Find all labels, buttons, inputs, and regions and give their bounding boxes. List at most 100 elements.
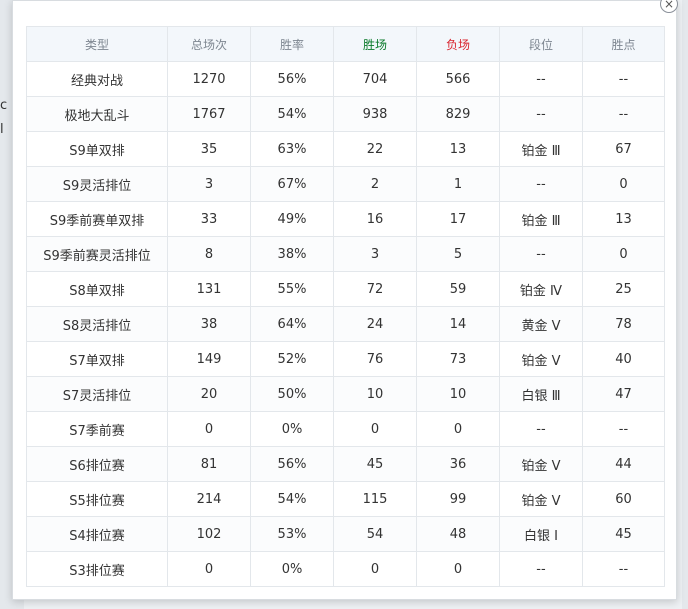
cell-wins: 10 — [333, 376, 417, 412]
cell-win-rate: 64% — [250, 306, 334, 342]
header-win-rate: 胜率 — [250, 26, 334, 62]
cell-losses: 1 — [416, 166, 500, 202]
table-row: S5排位赛 214 54% 115 99 铂金 Ⅴ 60 — [26, 481, 665, 517]
cell-rank: 铂金 Ⅴ — [499, 446, 583, 482]
cell-losses: 48 — [416, 516, 500, 552]
cell-wins: 16 — [333, 201, 417, 237]
cell-total: 33 — [167, 201, 251, 237]
cell-type: S8单双排 — [26, 271, 168, 307]
cell-win-rate: 54% — [250, 481, 334, 517]
cell-wins: 54 — [333, 516, 417, 552]
table-row: S7灵活排位 20 50% 10 10 白银 Ⅲ 47 — [26, 376, 665, 412]
cell-wins: 22 — [333, 131, 417, 167]
table-row: S3排位赛 0 0% 0 0 -- -- — [26, 551, 665, 587]
cell-total: 81 — [167, 446, 251, 482]
cell-points: 0 — [582, 166, 665, 202]
cell-type: S7季前赛 — [26, 411, 168, 447]
cell-rank: 白银 Ⅰ — [499, 516, 583, 552]
cell-points: 60 — [582, 481, 665, 517]
cell-losses: 10 — [416, 376, 500, 412]
cell-points: -- — [582, 96, 665, 132]
background-text-fragment: l — [0, 122, 4, 137]
cell-total: 0 — [167, 551, 251, 587]
cell-total: 3 — [167, 166, 251, 202]
cell-type: S5排位赛 — [26, 481, 168, 517]
cell-type: 极地大乱斗 — [26, 96, 168, 132]
cell-rank: -- — [499, 96, 583, 132]
close-button[interactable]: × — [660, 0, 678, 13]
background-text-fragment: c — [0, 98, 8, 113]
cell-type: S4排位赛 — [26, 516, 168, 552]
cell-points: 25 — [582, 271, 665, 307]
cell-win-rate: 67% — [250, 166, 334, 202]
cell-rank: 铂金 Ⅳ — [499, 271, 583, 307]
cell-win-rate: 56% — [250, 446, 334, 482]
cell-type: S9单双排 — [26, 131, 168, 167]
cell-total: 1270 — [167, 61, 251, 97]
cell-type: S9季前赛灵活排位 — [26, 236, 168, 272]
cell-rank: -- — [499, 411, 583, 447]
cell-type: 经典对战 — [26, 61, 168, 97]
cell-rank: 铂金 Ⅴ — [499, 341, 583, 377]
cell-points: 78 — [582, 306, 665, 342]
cell-points: 47 — [582, 376, 665, 412]
cell-points: 40 — [582, 341, 665, 377]
stats-dialog: × 类型 总场次 胜率 胜场 负场 段位 胜点 经典对战 1270 56% 704 56… — [12, 0, 678, 600]
cell-wins: 115 — [333, 481, 417, 517]
cell-rank: -- — [499, 61, 583, 97]
table-row: S7季前赛 0 0% 0 0 -- -- — [26, 411, 665, 447]
cell-losses: 36 — [416, 446, 500, 482]
cell-wins: 76 — [333, 341, 417, 377]
table-header-row: 类型 总场次 胜率 胜场 负场 段位 胜点 — [26, 26, 665, 62]
cell-losses: 14 — [416, 306, 500, 342]
cell-losses: 0 — [416, 411, 500, 447]
table-row: S4排位赛 102 53% 54 48 白银 Ⅰ 45 — [26, 516, 665, 552]
cell-total: 35 — [167, 131, 251, 167]
table-row: S8单双排 131 55% 72 59 铂金 Ⅳ 25 — [26, 271, 665, 307]
match-stats-table: 类型 总场次 胜率 胜场 负场 段位 胜点 经典对战 1270 56% 704 566-… — [26, 26, 665, 587]
cell-points: 44 — [582, 446, 665, 482]
table-row: S9灵活排位 3 67% 2 1 -- 0 — [26, 166, 665, 202]
cell-total: 102 — [167, 516, 251, 552]
cell-points: 67 — [582, 131, 665, 167]
cell-win-rate: 49% — [250, 201, 334, 237]
cell-rank: 白银 Ⅲ — [499, 376, 583, 412]
cell-rank: 铂金 Ⅲ — [499, 131, 583, 167]
cell-total: 1767 — [167, 96, 251, 132]
cell-total: 214 — [167, 481, 251, 517]
cell-losses: 17 — [416, 201, 500, 237]
cell-rank: 铂金 Ⅲ — [499, 201, 583, 237]
cell-losses: 13 — [416, 131, 500, 167]
cell-points: 13 — [582, 201, 665, 237]
cell-losses: 99 — [416, 481, 500, 517]
cell-type: S8灵活排位 — [26, 306, 168, 342]
cell-type: S9季前赛单双排 — [26, 201, 168, 237]
cell-losses: 5 — [416, 236, 500, 272]
cell-win-rate: 53% — [250, 516, 334, 552]
cell-win-rate: 63% — [250, 131, 334, 167]
cell-rank: -- — [499, 551, 583, 587]
header-rank: 段位 — [499, 26, 583, 62]
cell-type: S7灵活排位 — [26, 376, 168, 412]
cell-type: S9灵活排位 — [26, 166, 168, 202]
cell-total: 38 — [167, 306, 251, 342]
cell-total: 0 — [167, 411, 251, 447]
close-icon: × — [663, 0, 675, 11]
cell-points: -- — [582, 411, 665, 447]
cell-win-rate: 38% — [250, 236, 334, 272]
cell-win-rate: 0% — [250, 551, 334, 587]
cell-losses: 59 — [416, 271, 500, 307]
background-page-right — [682, 0, 688, 609]
table-row: S9季前赛灵活排位 8 38% 3 5 -- 0 — [26, 236, 665, 272]
cell-total: 149 — [167, 341, 251, 377]
cell-total: 131 — [167, 271, 251, 307]
cell-wins: 704 — [333, 61, 417, 97]
cell-losses: 566 — [416, 61, 500, 97]
table-row: 极地大乱斗 1767 54% 938 829 -- -- — [26, 96, 665, 132]
cell-wins: 2 — [333, 166, 417, 202]
cell-rank: -- — [499, 166, 583, 202]
table-row: 经典对战 1270 56% 704 566 -- -- — [26, 61, 665, 97]
header-type: 类型 — [26, 26, 168, 62]
table-row: S8灵活排位 38 64% 24 14 黄金 Ⅴ 78 — [26, 306, 665, 342]
cell-losses: 829 — [416, 96, 500, 132]
